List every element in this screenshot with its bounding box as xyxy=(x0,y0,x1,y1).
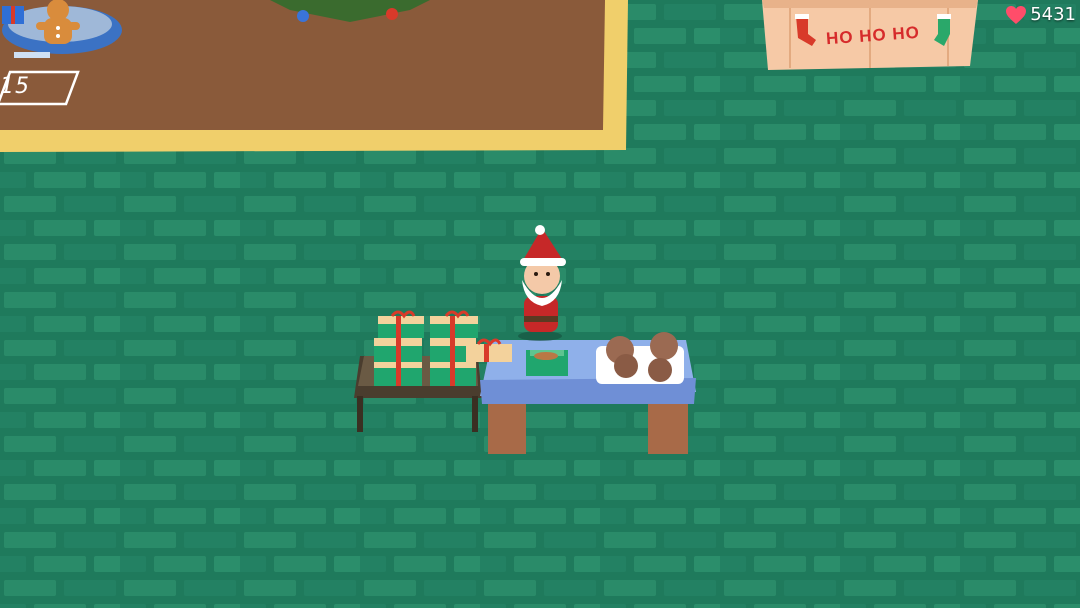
cookie-tray xyxy=(526,350,568,376)
small-gift xyxy=(2,6,24,24)
hearts-value: 5431 xyxy=(1030,4,1076,25)
game-scene xyxy=(0,0,1080,608)
hearts-counter: 5431 xyxy=(1005,4,1076,25)
heart-icon xyxy=(1005,5,1027,25)
level-plate-number: 15 xyxy=(0,74,30,99)
gift-stack-left xyxy=(374,310,424,386)
